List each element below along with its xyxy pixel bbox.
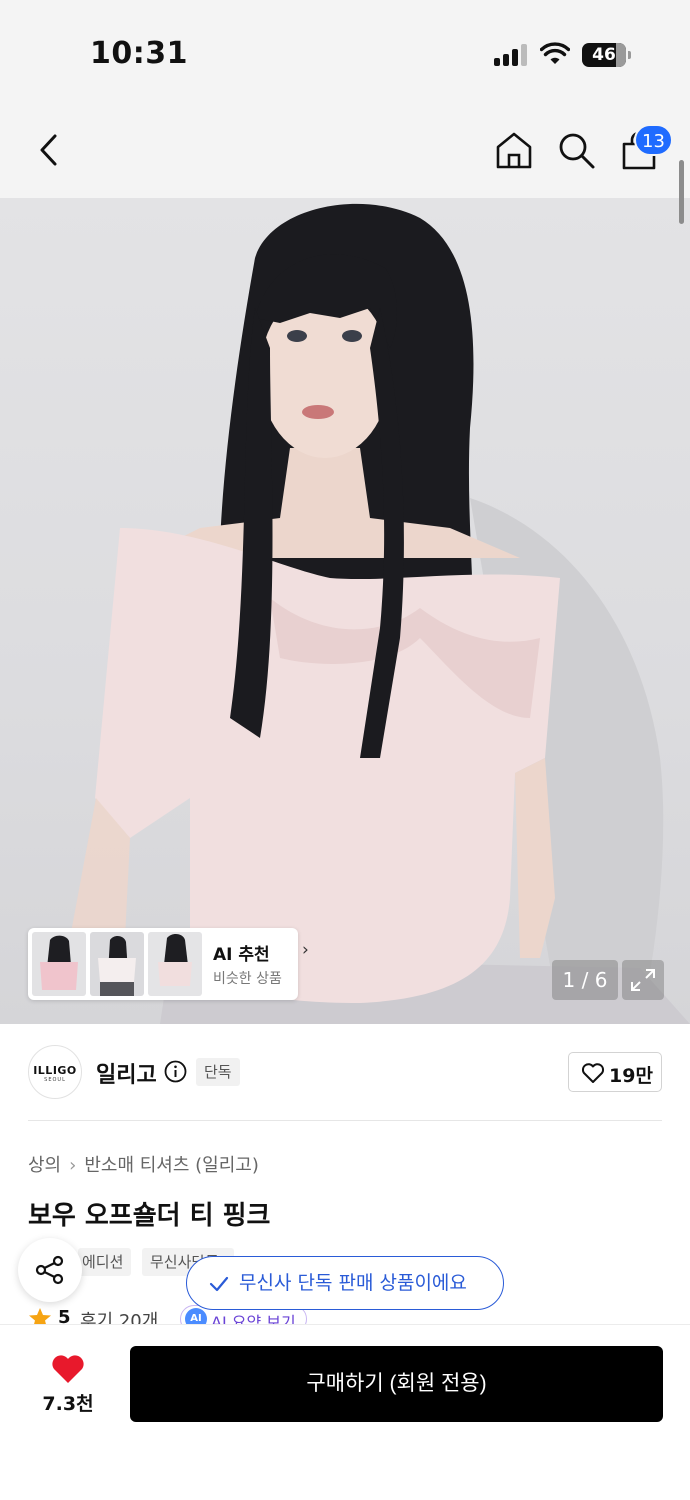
heart-filled-icon[interactable] bbox=[50, 1353, 86, 1385]
home-icon[interactable] bbox=[494, 130, 534, 170]
exclusive-toast: 무신사 단독 판매 상품이에요 bbox=[186, 1256, 504, 1310]
ai-recommend-card[interactable]: AI 추천 › 비슷한 상품 bbox=[28, 928, 309, 1000]
chevron-right-icon: › bbox=[302, 940, 309, 960]
top-nav-bar bbox=[0, 100, 690, 198]
brand-logo-text: ILLIGO bbox=[33, 1064, 77, 1077]
product-image-gallery[interactable]: AI 추천 › 비슷한 상품 1 / 6 bbox=[0, 198, 690, 1024]
status-bar: 10:31 46 bbox=[0, 0, 690, 100]
expand-icon bbox=[631, 969, 655, 991]
product-photo bbox=[70, 203, 690, 1024]
product-title: 보우 오프숄더 티 핑크 bbox=[28, 1201, 271, 1231]
buy-button[interactable]: 구매하기 (회원 전용) bbox=[130, 1346, 663, 1422]
brand-logo-subtext: SEOUL bbox=[44, 1077, 66, 1083]
brand-logo[interactable]: ILLIGO SEOUL bbox=[28, 1045, 82, 1099]
exclusive-badge: 단독 bbox=[196, 1058, 240, 1086]
cart-count-badge: 13 bbox=[634, 124, 673, 156]
expand-image-button[interactable] bbox=[622, 960, 664, 1000]
status-time: 10:31 bbox=[90, 36, 188, 71]
heart-outline-icon bbox=[581, 1063, 605, 1083]
signal-icon bbox=[494, 44, 528, 66]
search-icon[interactable] bbox=[556, 130, 596, 170]
ai-thumbnail-2[interactable] bbox=[90, 932, 144, 996]
breadcrumb-item-category[interactable]: 상의 bbox=[28, 1155, 61, 1176]
divider bbox=[28, 1120, 662, 1121]
ai-recommend-title: AI 추천 bbox=[213, 945, 270, 965]
share-button[interactable] bbox=[18, 1238, 82, 1302]
check-icon bbox=[209, 1276, 229, 1292]
ai-thumbnail-1[interactable] bbox=[32, 932, 86, 996]
battery-indicator: 46 bbox=[582, 43, 631, 67]
ai-thumbnail-3[interactable] bbox=[148, 932, 202, 996]
breadcrumb-item-subcategory[interactable]: 반소매 티셔츠 (일리고) bbox=[84, 1155, 259, 1176]
info-icon[interactable] bbox=[164, 1060, 187, 1083]
product-tag-edition[interactable]: 에디션 bbox=[78, 1248, 132, 1276]
back-arrow-icon[interactable] bbox=[30, 130, 70, 170]
bottom-action-bar: 7.3천 구매하기 (회원 전용) bbox=[0, 1324, 690, 1500]
breadcrumb: 상의 › 반소매 티셔츠 (일리고) bbox=[28, 1151, 259, 1177]
scrollbar[interactable] bbox=[679, 160, 684, 224]
image-page-counter: 1 / 6 bbox=[552, 960, 618, 1000]
battery-level: 46 bbox=[592, 45, 616, 65]
chevron-right-icon: › bbox=[69, 1155, 77, 1176]
brand-like-button[interactable]: 19만 bbox=[568, 1052, 662, 1092]
toast-message: 무신사 단독 판매 상품이에요 bbox=[239, 1272, 467, 1294]
share-icon bbox=[35, 1255, 64, 1285]
brand-like-count: 19만 bbox=[609, 1065, 653, 1087]
ai-recommend-subtitle: 비슷한 상품 bbox=[213, 971, 282, 987]
wifi-icon bbox=[540, 42, 570, 64]
brand-name[interactable]: 일리고 bbox=[96, 1057, 157, 1089]
wishlist-count: 7.3천 bbox=[42, 1393, 94, 1415]
